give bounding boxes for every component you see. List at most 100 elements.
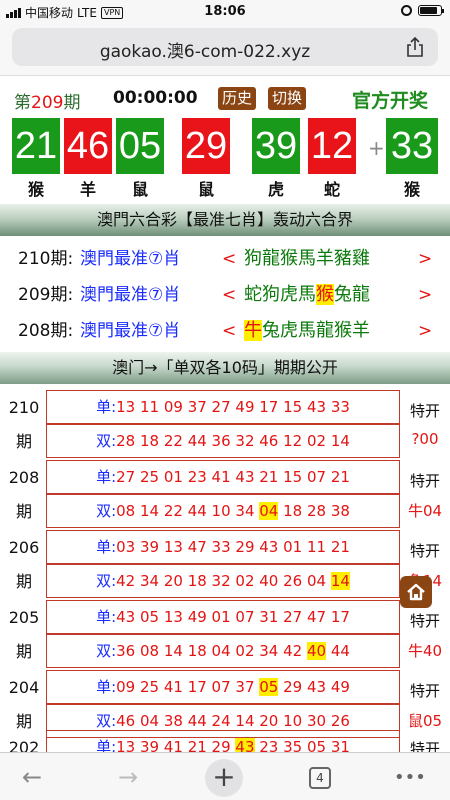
rotation-lock-icon (401, 5, 412, 16)
url-text[interactable]: gaokao.澳6-com-022.xyz (12, 37, 398, 62)
hit-zodiac: 牛 (244, 320, 262, 341)
period-number: 208 (8, 468, 40, 487)
even-numbers: 36 08 14 18 04 02 34 42 (116, 642, 307, 660)
period-suffix: 期 (15, 432, 32, 451)
period-suffix: 期 (15, 572, 32, 591)
status-bar: 中国移动 LTE VPN 18:06 (0, 0, 450, 24)
draw-number-5: 39 (252, 118, 300, 174)
table-row: 单:09 25 41 17 07 37 05 29 43 49 (46, 670, 400, 704)
draw-numbers: 21 46 05 29 39 12 + 33 猴 羊 鼠 鼠 虎 蛇 猴 (12, 118, 442, 199)
odd-prefix: 单: (96, 678, 117, 696)
switch-button[interactable]: 切换 (268, 87, 307, 110)
prediction-zodiacs: 蛇狗虎馬猴兔龍 (244, 280, 370, 310)
hit-zodiac: 猴 (316, 284, 334, 305)
tab-switcher-button[interactable]: 4 (309, 767, 331, 789)
table-row: 双:08 14 22 44 10 34 04 18 28 38 (46, 494, 400, 528)
hit-number: 40 (306, 642, 327, 660)
official-draw-link[interactable]: 官方开奖 (352, 86, 428, 113)
special-label: 特开 (409, 402, 440, 420)
draw-header: 第209期 00:00:00 历史 切换 官方开奖 (0, 84, 450, 114)
bracket-close: > (418, 285, 433, 305)
odd-numbers-after: 29 43 49 (278, 678, 350, 696)
history-button[interactable]: 历史 (218, 87, 257, 110)
prediction-zodiacs: 狗龍猴馬羊豬雞 (244, 248, 370, 269)
browser-toolbar: gaokao.澳6-com-022.xyz (0, 24, 450, 76)
bracket-open: < (222, 249, 237, 269)
zodiac-6: 蛇 (323, 180, 340, 199)
hit-number: 04 (259, 502, 279, 520)
prediction-label: 澳門最准⑦肖 (80, 321, 181, 341)
odd-numbers: 27 25 01 23 41 43 21 15 07 21 (116, 468, 350, 486)
section-banner-seven-zodiac: 澳門六合彩【最准七肖】轰动六合界 (0, 204, 450, 236)
table-group: 208 期 单:27 25 01 23 41 43 21 15 07 21 双:… (0, 458, 450, 528)
more-menu-button[interactable]: ••• (394, 767, 426, 788)
special-label: 特开 (409, 542, 440, 560)
countdown-timer: 00:00:00 (113, 88, 198, 108)
draw-number-6: 12 (308, 118, 356, 174)
zodiacs-after: 兔龍 (334, 284, 370, 305)
odd-prefix: 单: (96, 468, 117, 486)
special-label: 特开 (409, 682, 440, 700)
table-row: 单:13 11 09 37 27 49 17 15 43 33 (46, 390, 400, 424)
prediction-period: 208期: (18, 321, 74, 341)
draw-number-2: 46 (64, 118, 112, 174)
back-button[interactable]: ← (22, 763, 42, 791)
table-group: 202 单:13 39 41 21 29 43 23 35 05 31 特开 (0, 730, 450, 764)
bracket-close: > (418, 321, 433, 341)
special-value: ?00 (411, 430, 439, 448)
prediction-row: 210期: 澳門最准⑦肖 < 狗龍猴馬羊豬雞 > (0, 244, 450, 274)
period-suffix: 期 (15, 712, 32, 731)
new-tab-button[interactable]: + (205, 759, 243, 797)
table-row: 双:36 08 14 18 04 02 34 42 40 44 (46, 634, 400, 668)
even-prefix: 双: (96, 712, 117, 730)
special-value: 鼠05 (407, 712, 443, 730)
odd-prefix: 单: (96, 608, 117, 626)
prediction-row: 209期: 澳門最准⑦肖 < 蛇狗虎馬猴兔龍 > (0, 280, 450, 310)
even-numbers-after: 18 28 38 (278, 502, 350, 520)
special-label: 特开 (409, 612, 440, 630)
zodiac-3: 鼠 (131, 180, 148, 199)
prediction-period: 210期: (18, 249, 74, 269)
zodiac-4: 鼠 (197, 180, 214, 199)
table-row: 单:03 39 13 47 33 29 43 01 11 21 (46, 530, 400, 564)
even-numbers: 28 18 22 44 36 32 46 12 02 14 (116, 432, 350, 450)
special-value: 牛04 (407, 502, 443, 520)
zodiac-2: 羊 (79, 180, 96, 199)
odd-numbers: 13 11 09 37 27 49 17 15 43 33 (116, 398, 350, 416)
section-banner-odd-even: 澳门→「单双各10码」期期公开 (0, 352, 450, 384)
zodiac-5: 虎 (267, 180, 284, 199)
zodiacs-before: 蛇狗虎馬 (244, 284, 316, 305)
battery-icon (418, 5, 444, 16)
bracket-open: < (222, 321, 237, 341)
home-button[interactable] (400, 576, 432, 608)
prediction-period: 209期: (18, 285, 74, 305)
period-suffix: 期 (15, 642, 32, 661)
address-bar[interactable]: gaokao.澳6-com-022.xyz (12, 28, 438, 66)
draw-number-3: 05 (116, 118, 164, 174)
prediction-label: 澳門最准⑦肖 (80, 249, 181, 269)
forward-button[interactable]: → (118, 763, 138, 791)
hit-number: 14 (330, 572, 350, 590)
period-number: 205 (8, 608, 40, 627)
browser-bottom-bar: ← → + 4 ••• (0, 752, 450, 800)
draw-number-4: 29 (182, 118, 230, 174)
hit-number: 05 (259, 678, 279, 696)
table-row: 双:28 18 22 44 36 32 46 12 02 14 (46, 424, 400, 458)
draw-number-1: 21 (12, 118, 60, 174)
table-group: 210 期 单:13 11 09 37 27 49 17 15 43 33 双:… (0, 388, 450, 458)
share-icon[interactable] (406, 36, 424, 58)
table-group: 204 期 单:09 25 41 17 07 37 05 29 43 49 双:… (0, 668, 450, 738)
status-right (401, 5, 444, 16)
table-group: 205 期 单:43 05 13 49 01 07 31 27 47 17 双:… (0, 598, 450, 668)
table-row: 双:42 34 20 18 32 02 40 26 04 14 (46, 564, 400, 598)
zodiac-1: 猴 (27, 180, 44, 199)
table-row: 单:27 25 01 23 41 43 21 15 07 21 (46, 460, 400, 494)
special-label: 特开 (409, 472, 440, 490)
even-prefix: 双: (96, 572, 117, 590)
odd-prefix: 单: (96, 538, 117, 556)
issue-suffix: 期 (63, 93, 81, 113)
issue-prefix: 第 (14, 93, 31, 113)
period-number: 210 (8, 398, 40, 417)
table-row: 单:43 05 13 49 01 07 31 27 47 17 (46, 600, 400, 634)
plus-sign: + (368, 136, 385, 160)
